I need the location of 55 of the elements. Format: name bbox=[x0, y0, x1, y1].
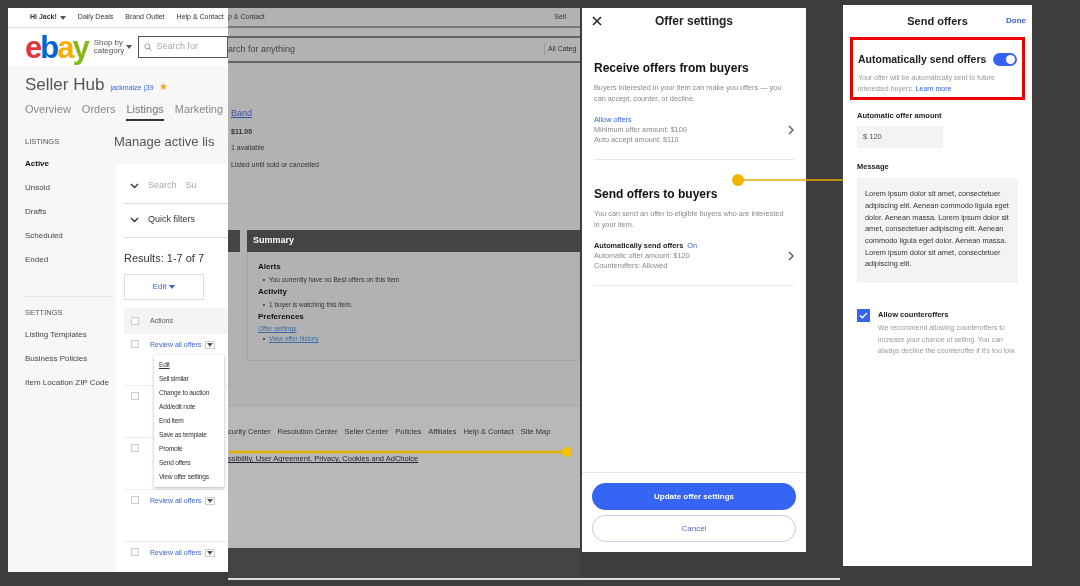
checkbox[interactable] bbox=[857, 309, 870, 323]
sidebar-item[interactable]: Scheduled bbox=[25, 232, 114, 256]
quick-filters-toggle[interactable]: Quick filters bbox=[148, 213, 195, 227]
chevron-right-icon bbox=[788, 125, 794, 135]
setting-title: Automatically send offers bbox=[858, 52, 987, 67]
sidebar-item[interactable]: Unsold bbox=[25, 184, 114, 208]
update-button[interactable]: Update offer settings bbox=[592, 483, 796, 510]
sidebar-item[interactable]: Drafts bbox=[25, 208, 114, 232]
star-icon bbox=[159, 83, 167, 90]
caret-icon bbox=[207, 551, 214, 556]
section-heading: Send offers to buyers bbox=[594, 186, 719, 203]
summary-heading: Preferences bbox=[258, 311, 305, 323]
chevron-down-icon bbox=[130, 183, 139, 189]
summary-header: Summary bbox=[247, 230, 580, 252]
summary-heading: Alerts bbox=[258, 261, 282, 273]
select-all-checkbox[interactable] bbox=[131, 317, 139, 325]
search-icon bbox=[144, 43, 153, 51]
nav-tab[interactable]: Orders bbox=[81, 100, 116, 121]
caret-icon bbox=[207, 343, 214, 348]
caret-icon bbox=[207, 499, 214, 504]
chevron-down-icon bbox=[130, 217, 139, 223]
sidebar-item[interactable]: Listing Templates bbox=[25, 331, 114, 355]
results-count: Results: 1-7 of 7 bbox=[124, 250, 206, 266]
close-icon[interactable] bbox=[592, 16, 602, 26]
sidebar-item[interactable]: Active bbox=[25, 160, 114, 184]
item-title-link[interactable]: Band bbox=[231, 107, 580, 121]
ebay-logo[interactable]: ebay bbox=[25, 31, 88, 63]
panel-title: Send offers bbox=[907, 13, 968, 29]
nav-tab[interactable]: Marketing bbox=[174, 100, 224, 121]
shop-by-category-button[interactable]: Shop by category bbox=[93, 39, 133, 55]
row-checkbox[interactable] bbox=[131, 392, 139, 400]
caret-icon bbox=[169, 285, 176, 289]
tab-header bbox=[228, 230, 240, 252]
row-checkbox[interactable] bbox=[131, 548, 139, 556]
row-checkbox[interactable] bbox=[131, 340, 139, 348]
chevron-right-icon bbox=[788, 251, 794, 261]
nav-tab[interactable]: Overview bbox=[25, 100, 71, 121]
sidebar-item[interactable]: Item Location ZIP Code bbox=[25, 379, 114, 403]
caret-icon bbox=[59, 15, 66, 20]
row-checkbox[interactable] bbox=[131, 496, 139, 504]
done-button[interactable]: Done bbox=[1006, 15, 1026, 27]
row-checkbox[interactable] bbox=[131, 444, 139, 452]
section-heading: Receive offers from buyers bbox=[594, 60, 750, 77]
edit-button[interactable]: Edit bbox=[124, 274, 204, 300]
caret-icon bbox=[126, 45, 133, 49]
sidebar-item[interactable]: Business Policies bbox=[25, 355, 114, 379]
page-heading: Seller Hub bbox=[25, 74, 105, 96]
search-field[interactable]: arch for anything bbox=[228, 42, 544, 57]
nav-tab[interactable]: Listings bbox=[126, 100, 164, 121]
panel-title: Offer settings bbox=[655, 13, 733, 30]
toggle-switch[interactable] bbox=[993, 53, 1017, 67]
summary-heading: Activity bbox=[258, 286, 288, 298]
sidebar-item[interactable]: Ended bbox=[25, 256, 114, 280]
checkmark-icon bbox=[859, 312, 868, 320]
page-title: Manage active lis bbox=[114, 133, 216, 151]
